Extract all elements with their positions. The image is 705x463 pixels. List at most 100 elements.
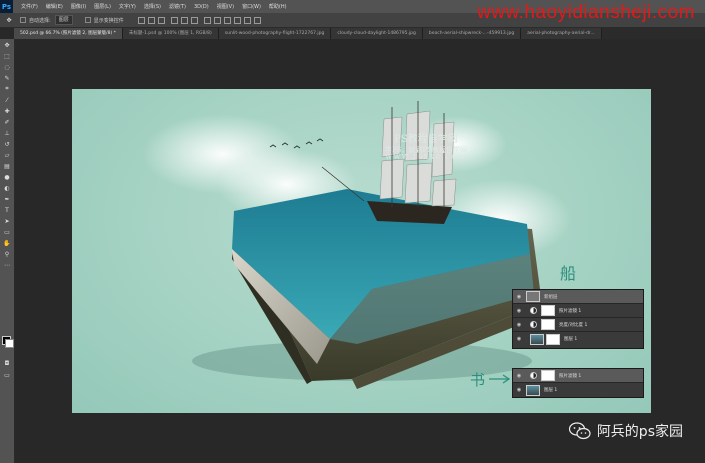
screen-mode-icon[interactable]: ▭	[2, 370, 12, 380]
doc-tab-flight[interactable]: sunlit-wood-photography-flight-1722767.j…	[218, 28, 332, 39]
stamp-icon[interactable]: ⊥	[2, 128, 12, 138]
menu-3d[interactable]: 3D(D)	[194, 4, 209, 10]
marquee-icon[interactable]: ⬚	[2, 51, 12, 61]
wechat-watermark: 阿兵的ps家园	[568, 421, 683, 441]
zoom-icon[interactable]: ⚲	[2, 249, 12, 259]
healing-icon[interactable]: ✚	[2, 106, 12, 116]
crop-icon[interactable]: ⌗	[2, 84, 12, 94]
background-color-swatch[interactable]	[5, 339, 14, 348]
brush-icon[interactable]: ✐	[2, 117, 12, 127]
path-select-icon[interactable]: ➤	[2, 216, 12, 226]
history-brush-icon[interactable]: ↺	[2, 139, 12, 149]
distribute-vcenter-icon[interactable]	[213, 16, 221, 24]
layer-row-photo-filter[interactable]: ◉ 照片滤镜 1	[513, 304, 643, 318]
menu-help[interactable]: 帮助(H)	[269, 3, 287, 10]
visibility-eye-icon[interactable]: ◉	[516, 294, 522, 300]
auto-select-label: 自动选择:	[29, 17, 51, 24]
align-hcenter-icon[interactable]	[180, 16, 188, 24]
watermark-line3: WWW.16XX8.COM	[385, 152, 467, 161]
layer-name: 新组层	[544, 294, 558, 300]
layer-mask-thumbnail	[541, 305, 555, 316]
ship-layers-panel: ◉ 新组层 ◉ 照片滤镜 1 ◉ 亮度/对比度 1 ◉ 图层 1	[512, 289, 644, 349]
eraser-icon[interactable]: ▱	[2, 150, 12, 160]
quick-select-icon[interactable]: ✎	[2, 73, 12, 83]
align-left-icon[interactable]	[170, 16, 178, 24]
layer-thumbnail	[530, 333, 544, 345]
wechat-icon	[568, 422, 591, 440]
layer-mask-thumbnail	[546, 333, 560, 345]
visibility-eye-icon[interactable]: ◉	[516, 322, 522, 328]
menu-filter[interactable]: 滤镜(T)	[169, 3, 186, 10]
move-icon[interactable]: ✥	[2, 40, 12, 50]
blur-icon[interactable]: ●	[2, 172, 12, 182]
align-right-icon[interactable]	[190, 16, 198, 24]
adjustment-layer-icon	[530, 372, 537, 379]
book-layers-panel: ◉ 照片滤镜 1 ◉ 图层 1	[512, 368, 644, 398]
visibility-eye-icon[interactable]: ◉	[516, 387, 522, 393]
distribute-left-icon[interactable]	[233, 16, 241, 24]
layer-row-image[interactable]: ◉ 图层 1	[513, 332, 643, 346]
distribute-hcenter-icon[interactable]	[243, 16, 251, 24]
photoshop-logo: Ps	[0, 0, 13, 13]
visibility-eye-icon[interactable]: ◉	[516, 373, 522, 379]
menu-type[interactable]: 文字(Y)	[119, 3, 136, 10]
align-top-icon[interactable]	[137, 16, 145, 24]
shape-icon[interactable]: ▭	[2, 227, 12, 237]
document-tab-bar: 502.psd @ 66.7% (照片滤镜 2, 图层蒙版/8) * 未标题-1…	[14, 28, 705, 39]
auto-select-dropdown[interactable]: 图层	[54, 15, 73, 25]
layer-thumbnail	[526, 291, 540, 302]
move-tool-preset-icon[interactable]: ✥	[4, 16, 14, 26]
document-canvas[interactable]: PS教程自学网 学PS，就到PS教程自学网 WWW.16XX8.COM	[72, 89, 651, 413]
layer-name: 图层 1	[564, 337, 578, 342]
doc-tab-untitled[interactable]: 未标题-1.psd @ 100% (图层 1, RGB/8)	[122, 28, 219, 39]
watermark-line1: PS教程自学网	[394, 134, 458, 145]
visibility-eye-icon[interactable]: ◉	[516, 336, 522, 342]
annotation-arrow-icon	[489, 374, 511, 384]
layer-name: 照片滤镜 1	[559, 308, 582, 314]
doc-tab-502[interactable]: 502.psd @ 66.7% (照片滤镜 2, 图层蒙版/8) *	[14, 28, 123, 39]
dodge-icon[interactable]: ◐	[2, 183, 12, 193]
hand-icon[interactable]: ✋	[2, 238, 12, 248]
layer-name: 照片滤镜 1	[559, 373, 582, 379]
tool-bar: ✥ ⬚ ◌ ✎ ⌗ ⁄ ✚ ✐ ⊥ ↺ ▱ ▤ ● ◐ ✒ T ➤ ▭ ✋ ⚲ …	[0, 39, 15, 463]
site-watermark: www.haoyidiansheji.com	[477, 2, 695, 23]
align-bottom-icon[interactable]	[157, 16, 165, 24]
layer-mask-thumbnail	[541, 319, 555, 330]
tutorial-watermark: PS教程自学网 学PS，就到PS教程自学网 WWW.16XX8.COM	[356, 134, 496, 161]
ship-annotation: 船	[560, 264, 577, 283]
layer-row-group[interactable]: ◉ 新组层	[513, 290, 643, 304]
menu-view[interactable]: 视图(V)	[217, 3, 234, 10]
layer-row-photo-filter[interactable]: ◉ 照片滤镜 1	[513, 369, 643, 383]
type-icon[interactable]: T	[2, 205, 12, 215]
book-annotation: 书	[470, 371, 486, 389]
distribute-top-icon[interactable]	[203, 16, 211, 24]
menu-edit[interactable]: 编辑(E)	[46, 3, 63, 10]
gradient-icon[interactable]: ▤	[2, 161, 12, 171]
doc-tab-aerial[interactable]: aerial-photography-aerial-dr...	[521, 28, 602, 39]
doc-tab-beach[interactable]: beach-aerial-shipwreck-...-459913.jpg	[422, 28, 522, 39]
distribute-bottom-icon[interactable]	[223, 16, 231, 24]
visibility-eye-icon[interactable]: ◉	[516, 308, 522, 314]
adjustment-layer-icon	[530, 321, 537, 328]
layer-mask-thumbnail	[541, 370, 555, 381]
menu-image[interactable]: 图像(I)	[71, 3, 86, 10]
distribute-right-icon[interactable]	[253, 16, 261, 24]
lasso-icon[interactable]: ◌	[2, 62, 12, 72]
doc-tab-cloud[interactable]: cloudy-cloud-daylight-1486795.jpg	[331, 28, 423, 39]
more-icon[interactable]: ⋯	[2, 260, 12, 270]
menu-file[interactable]: 文件(F)	[21, 3, 38, 10]
eyedropper-icon[interactable]: ⁄	[2, 95, 12, 105]
menu-window[interactable]: 窗口(W)	[242, 3, 261, 10]
transform-controls-checkbox[interactable]	[84, 17, 91, 23]
layer-name: 亮度/对比度 1	[559, 322, 588, 328]
pen-icon[interactable]: ✒	[2, 194, 12, 204]
wechat-account-name: 阿兵的ps家园	[596, 424, 683, 440]
quick-mask-icon[interactable]: ◘	[2, 358, 12, 368]
menu-layer[interactable]: 图层(L)	[94, 3, 111, 10]
auto-select-checkbox[interactable]	[20, 17, 26, 23]
layer-thumbnail	[526, 384, 540, 396]
menu-select[interactable]: 选择(S)	[144, 3, 161, 10]
align-vcenter-icon[interactable]	[147, 16, 155, 24]
layer-row-image[interactable]: ◉ 图层 1	[513, 383, 643, 397]
layer-row-brightness[interactable]: ◉ 亮度/对比度 1	[513, 318, 643, 332]
